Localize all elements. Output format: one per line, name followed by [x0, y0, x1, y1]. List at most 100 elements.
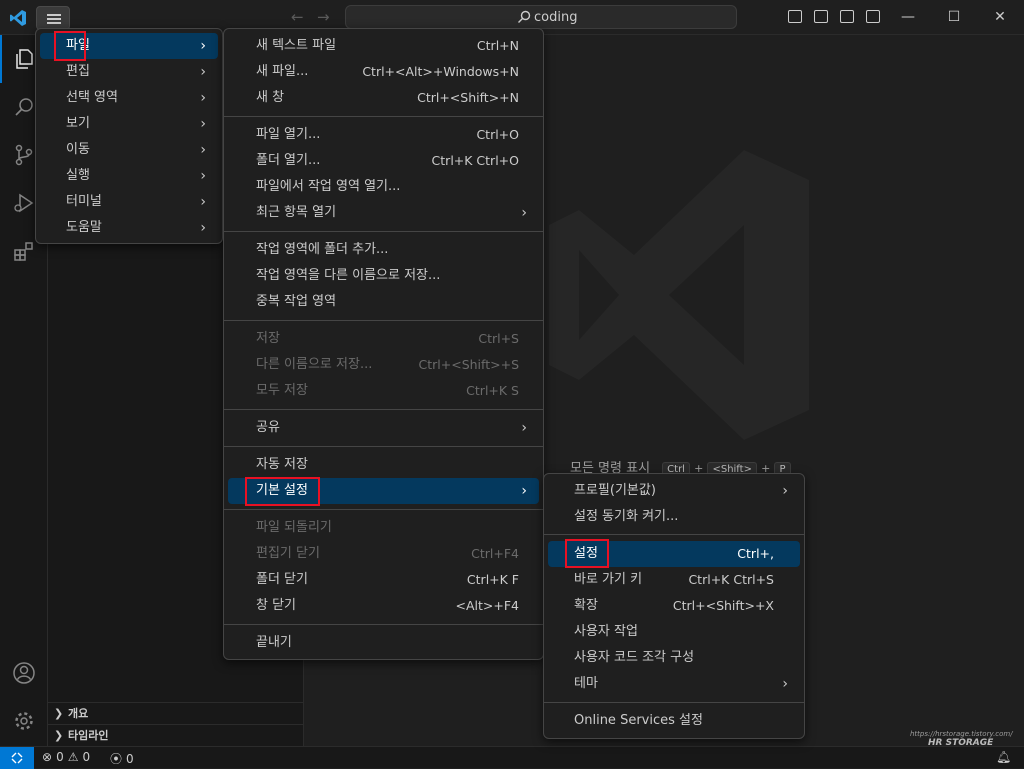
menu-item-shortcut: Ctrl+<Alt>+Windows+N	[362, 64, 519, 79]
chevron-right-icon: ›	[200, 90, 206, 106]
menu-item-label: 중복 작업 영역	[256, 294, 337, 309]
menu-item-close-folder[interactable]: 폴더 닫기 Ctrl+K F	[228, 567, 539, 593]
menu-item-user-tasks[interactable]: 사용자 작업	[548, 619, 800, 645]
menu-item-label: 모두 저장	[256, 383, 308, 398]
menu-item-auto-save[interactable]: 자동 저장	[228, 452, 539, 478]
chevron-right-icon: ›	[521, 483, 527, 499]
menu-item-label: 최근 항목 열기	[256, 205, 337, 220]
menu-item-open-folder[interactable]: 폴더 열기... Ctrl+K Ctrl+O	[228, 148, 539, 174]
menu-item-label: 실행	[66, 168, 90, 183]
menu-item-label: 보기	[66, 116, 90, 131]
ports-indicator[interactable]: ⦿ 0	[110, 750, 134, 767]
menu-separator	[224, 509, 543, 510]
menu-item-label: 파일 열기...	[256, 127, 321, 142]
customize-layout-icon[interactable]	[866, 10, 880, 23]
chevron-right-icon: ›	[200, 64, 206, 80]
forward-arrow-icon[interactable]: →	[317, 8, 330, 26]
menu-item-label: 테마	[574, 676, 598, 691]
menu-item-label: 편집기 닫기	[256, 546, 320, 561]
menu-item-label: 작업 영역에 폴더 추가...	[256, 242, 389, 257]
menu-item-label: 설정 동기화 켜기...	[574, 509, 679, 524]
menu-item-themes[interactable]: 테마 ›	[548, 671, 800, 697]
menu-item-label: 폴더 닫기	[256, 572, 308, 587]
menu-edit[interactable]: 편집 ›	[40, 59, 218, 85]
chevron-right-icon: ›	[521, 420, 527, 436]
back-arrow-icon[interactable]: ←	[291, 8, 304, 26]
menu-item-open-recent[interactable]: 최근 항목 열기 ›	[228, 200, 539, 226]
vscode-logo-icon	[10, 10, 26, 26]
menu-item-new-text-file[interactable]: 새 텍스트 파일 Ctrl+N	[228, 33, 539, 59]
problems-indicator[interactable]: ⊗ 0 ⚠ 0	[42, 750, 90, 764]
menu-item-open-workspace-from-file[interactable]: 파일에서 작업 영역 열기...	[228, 174, 539, 200]
close-button[interactable]: ✕	[985, 6, 1015, 28]
command-center-search[interactable]: coding	[345, 5, 737, 29]
menu-item-shortcut: Ctrl+S	[478, 331, 519, 346]
chevron-right-icon: ›	[200, 168, 206, 184]
menu-run[interactable]: 실행 ›	[40, 163, 218, 189]
menu-item-label: 작업 영역을 다른 이름으로 저장...	[256, 268, 441, 283]
menu-item-label: 편집	[66, 64, 90, 79]
accounts-icon[interactable]	[0, 649, 48, 697]
menu-item-shortcut: Ctrl+K Ctrl+O	[431, 153, 519, 168]
notifications-bell-icon[interactable]: 🔔︎	[996, 750, 1011, 764]
menu-selection[interactable]: 선택 영역 ›	[40, 85, 218, 111]
toggle-panel-icon[interactable]	[814, 10, 828, 23]
toggle-secondary-sidebar-icon[interactable]	[840, 10, 854, 23]
menu-item-label: 사용자 코드 조각 구성	[574, 650, 695, 665]
menu-item-shortcut: Ctrl+<Shift>+S	[418, 357, 519, 372]
menu-help[interactable]: 도움말 ›	[40, 215, 218, 241]
chevron-right-icon: ›	[200, 38, 206, 54]
maximize-button[interactable]: ☐	[939, 6, 969, 28]
menu-item-label: 파일 되돌리기	[256, 520, 332, 535]
menu-go[interactable]: 이동 ›	[40, 137, 218, 163]
chevron-right-icon: ›	[200, 116, 206, 132]
menu-item-shortcut: Ctrl+F4	[471, 546, 519, 561]
remote-icon	[11, 752, 23, 764]
menu-item-online-services-settings[interactable]: Online Services 설정	[548, 708, 800, 734]
menu-item-label: 확장	[574, 598, 598, 613]
remote-indicator-button[interactable]	[0, 747, 34, 769]
menu-item-extensions[interactable]: 확장 Ctrl+<Shift>+X	[548, 593, 800, 619]
error-count: 0	[56, 750, 64, 764]
menu-item-duplicate-workspace[interactable]: 중복 작업 영역	[228, 289, 539, 315]
menu-item-exit[interactable]: 끝내기	[228, 630, 539, 656]
menu-item-new-file[interactable]: 새 파일... Ctrl+<Alt>+Windows+N	[228, 59, 539, 85]
menu-item-save-workspace-as[interactable]: 작업 영역을 다른 이름으로 저장...	[228, 263, 539, 289]
menu-separator	[224, 409, 543, 410]
menu-item-close-editor: 편집기 닫기 Ctrl+F4	[228, 541, 539, 567]
menu-item-new-window[interactable]: 새 창 Ctrl+<Shift>+N	[228, 85, 539, 111]
hamburger-menu-button[interactable]	[36, 6, 70, 30]
menu-item-add-folder-to-workspace[interactable]: 작업 영역에 폴더 추가...	[228, 237, 539, 263]
menu-item-close-window[interactable]: 창 닫기 <Alt>+F4	[228, 593, 539, 619]
menu-separator	[224, 231, 543, 232]
blog-url-text: https://hrstorage.tistory.com/	[910, 730, 1013, 738]
chevron-right-icon: ›	[782, 676, 788, 692]
menu-item-shortcut: Ctrl+N	[476, 38, 519, 53]
minimize-button[interactable]: —	[893, 6, 923, 28]
menu-item-keyboard-shortcuts[interactable]: 바로 가기 키 Ctrl+K Ctrl+S	[548, 567, 800, 593]
annotation-box-preferences	[245, 477, 320, 506]
menu-item-share[interactable]: 공유 ›	[228, 415, 539, 441]
blog-brand-text: HR STORAGE	[928, 738, 994, 748]
menu-item-turn-on-settings-sync[interactable]: 설정 동기화 켜기...	[548, 504, 800, 530]
menu-item-label: 프로필(기본값)	[574, 483, 656, 498]
menu-item-label: 이동	[66, 142, 90, 157]
menu-item-save-as: 다른 이름으로 저장... Ctrl+<Shift>+S	[228, 352, 539, 378]
menu-item-label: 도움말	[66, 220, 102, 235]
manage-gear-icon[interactable]	[0, 697, 48, 745]
menu-item-profile-default[interactable]: 프로필(기본값) ›	[548, 478, 800, 504]
menu-view[interactable]: 보기 ›	[40, 111, 218, 137]
menu-item-shortcut: Ctrl+K Ctrl+S	[688, 572, 774, 587]
toggle-primary-sidebar-icon[interactable]	[788, 10, 802, 23]
menu-item-label: 새 파일...	[256, 64, 309, 79]
menu-terminal[interactable]: 터미널 ›	[40, 189, 218, 215]
menu-item-configure-user-snippets[interactable]: 사용자 코드 조각 구성	[548, 645, 800, 671]
menu-separator	[544, 534, 804, 535]
annotation-box-file	[54, 31, 86, 61]
timeline-section-header[interactable]: ❯ 타임라인	[48, 724, 304, 746]
menu-item-open-file[interactable]: 파일 열기... Ctrl+O	[228, 122, 539, 148]
menu-separator	[224, 320, 543, 321]
menu-item-shortcut: Ctrl+K S	[466, 383, 519, 398]
outline-section-header[interactable]: ❯ 개요	[48, 702, 304, 724]
menu-separator	[224, 116, 543, 117]
